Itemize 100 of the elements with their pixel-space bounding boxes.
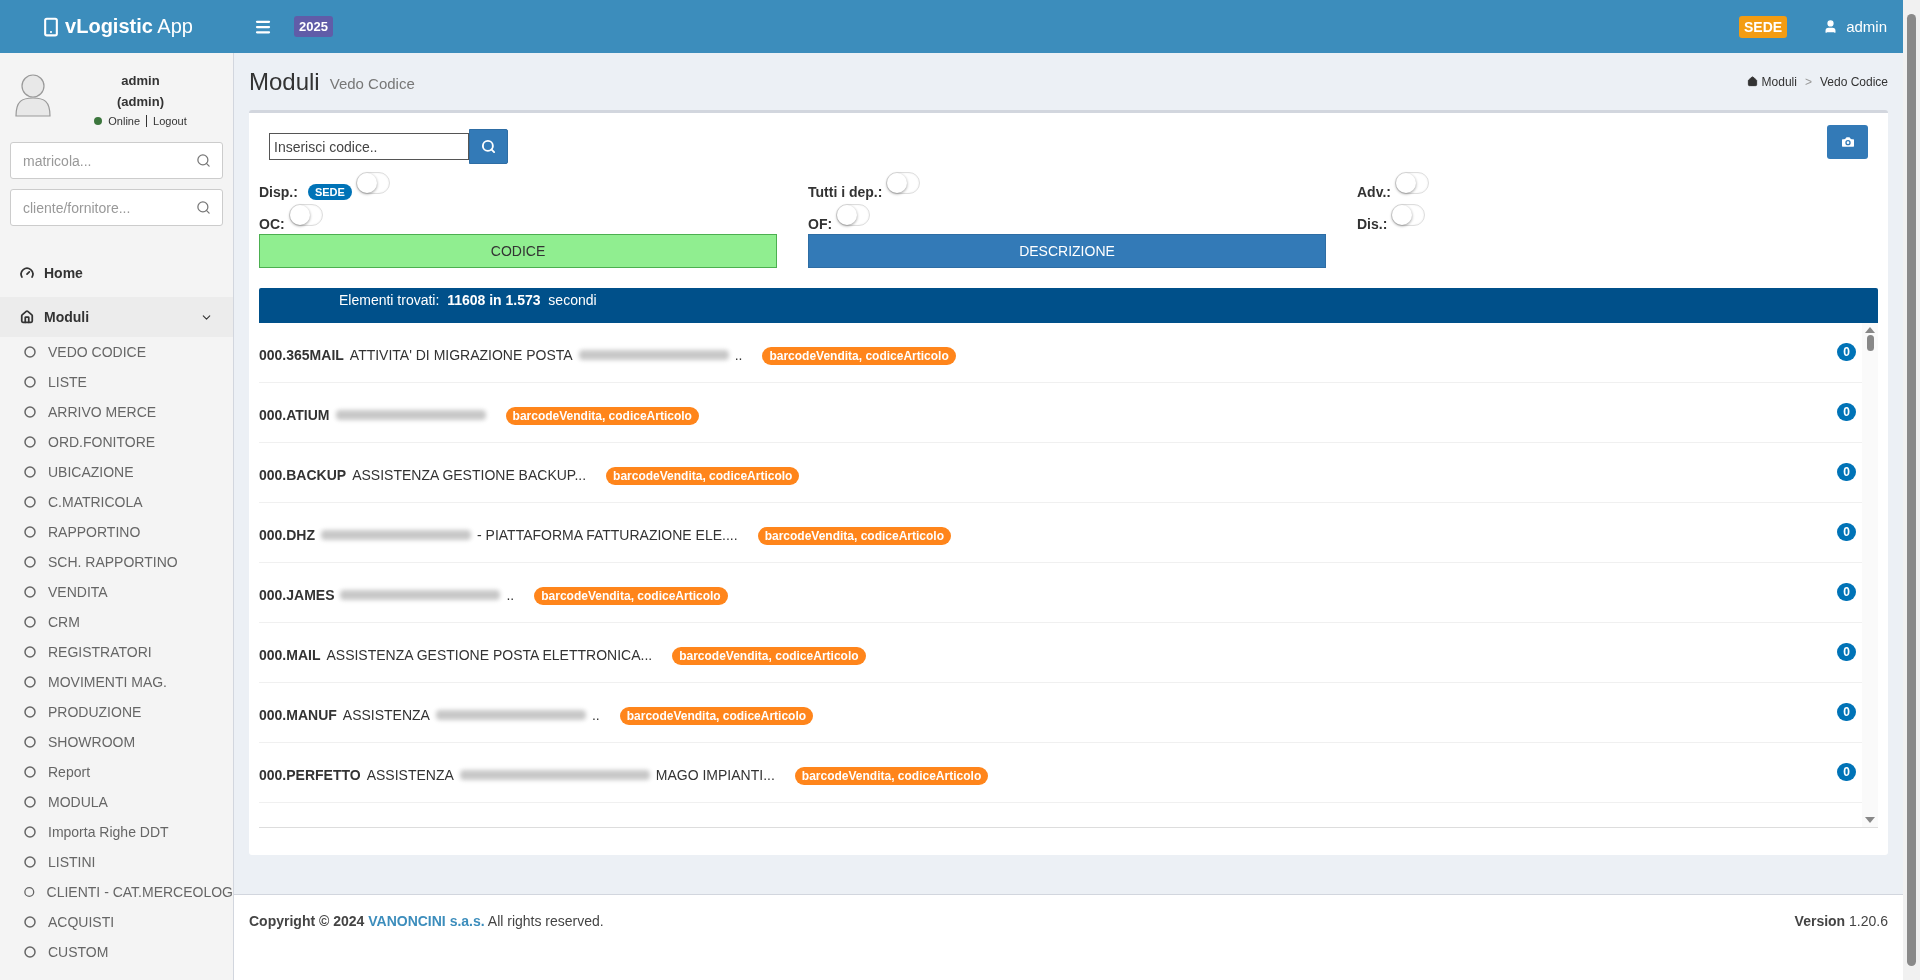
match-tag: barcodeVendita, codiceArticolo: [619, 707, 814, 725]
page-title: Moduli: [249, 67, 320, 96]
item-code: 000.DHZ: [259, 527, 316, 543]
count-badge: 0: [1837, 403, 1856, 421]
circle-icon: [24, 436, 36, 448]
user-name: admin: [121, 73, 160, 88]
breadcrumb-current: Vedo Codice: [1819, 74, 1888, 89]
nav-subitem[interactable]: CLIENTI - CAT.MERCEOLOG: [0, 877, 233, 907]
breadcrumb-link[interactable]: Moduli: [1746, 74, 1797, 89]
scroll-thumb[interactable]: [1866, 335, 1874, 351]
nav-subitem[interactable]: UBICAZIONE: [0, 457, 233, 487]
toggle-label: Adv.:: [1357, 184, 1391, 200]
nav-subitem[interactable]: C.MATRICOLA: [0, 487, 233, 517]
nav-subitem[interactable]: REGISTRATORI: [0, 637, 233, 667]
toggle-switch[interactable]: [288, 204, 323, 226]
branch-badge: SEDE: [1739, 15, 1788, 38]
result-row[interactable]: 000.JAMES .. barcodeVendita, codiceArticolo 0: [259, 563, 1862, 623]
circle-icon: [24, 736, 36, 748]
camera-button[interactable]: [1827, 125, 1868, 159]
dashboard-icon: [20, 266, 34, 280]
circle-icon: [24, 886, 35, 898]
nav-subitem[interactable]: CRM: [0, 607, 233, 637]
copyright-text: Copyright © 2024 VANONCINI s.a.s. All rights reserved.: [249, 913, 604, 929]
match-tag: barcodeVendita, codiceArticolo: [606, 467, 800, 485]
nav-subitem[interactable]: Importa Righe DDT: [0, 817, 233, 847]
match-tag: barcodeVendita, codiceArticolo: [534, 587, 728, 605]
nav-subitem[interactable]: VEDO CODICE: [0, 337, 233, 367]
logout-link[interactable]: Logout: [146, 115, 187, 127]
result-row[interactable]: 000.ATIUM barcodeVendita, codiceArticolo 0: [259, 383, 1862, 443]
nav-subitem[interactable]: MOVIMENTI MAG.: [0, 667, 233, 697]
item-description: ASSISTENZA GESTIONE POSTA ELETTRONICA...: [326, 647, 653, 663]
nav-subitem[interactable]: RAPPORTINO: [0, 517, 233, 547]
toggle-switch[interactable]: [1394, 172, 1429, 194]
code-input[interactable]: Inserisci codice..: [269, 133, 469, 160]
circle-icon: [24, 586, 36, 598]
company-link[interactable]: VANONCINI s.a.s.: [368, 913, 485, 929]
circle-icon: [24, 826, 36, 838]
count-badge: 0: [1837, 763, 1856, 781]
home-icon: [1746, 76, 1758, 87]
nav-subitem[interactable]: PRODUZIONE: [0, 697, 233, 727]
user-menu[interactable]: admin: [1823, 18, 1887, 35]
item-description: ..: [734, 347, 743, 363]
search-field[interactable]: cliente/fornitore...: [10, 189, 223, 226]
item-description: ASSISTENZA GESTIONE BACKUP...: [352, 467, 587, 483]
result-row[interactable]: 000.MAIL ASSISTENZA GESTIONE POSTA ELETTRONICA... barcodeVendita, codiceArticolo 0: [259, 623, 1862, 683]
item-description: ..: [506, 587, 515, 603]
match-tag: barcodeVendita, codiceArticolo: [505, 407, 699, 425]
down-arrow-icon[interactable]: [1865, 817, 1875, 823]
up-arrow-icon[interactable]: [1865, 327, 1875, 333]
camera-icon: [1839, 134, 1856, 150]
nav-subitem[interactable]: SCH. RAPPORTINO: [0, 547, 233, 577]
nav-subitem[interactable]: LISTINI: [0, 847, 233, 877]
result-row[interactable]: 000.PERFETTO ASSISTENZA MAGO IMPIANTI... barcodeVendita, codiceArticolo 0: [259, 743, 1862, 803]
nav-subitem[interactable]: LISTE: [0, 367, 233, 397]
toggle-label: Tutti i dep.:: [808, 184, 883, 200]
toggle-switch[interactable]: [1391, 204, 1426, 226]
nav-subitem[interactable]: VENDITA: [0, 577, 233, 607]
nav-subitem[interactable]: MODULA: [0, 787, 233, 817]
search-field[interactable]: matricola...: [10, 142, 223, 179]
result-row[interactable]: 000.BACKUP ASSISTENZA GESTIONE BACKUP... barcodeVendita, codiceArticolo 0: [259, 443, 1862, 503]
nav-subitem[interactable]: ARRIVO MERCE: [0, 397, 233, 427]
result-row[interactable]: 000.365MAIL ATTIVITA' DI MIGRAZIONE POSTA .. barcodeVendita, codiceArticolo 0: [259, 323, 1862, 383]
scroll-thumb[interactable]: [1907, 14, 1916, 966]
circle-icon: [24, 556, 36, 568]
result-row[interactable]: 000.MANUF ASSISTENZA .. barcodeVendita, codiceArticolo 0: [259, 683, 1862, 743]
version-text: Version 1.20.6: [1794, 913, 1888, 929]
nav-subitem[interactable]: Report: [0, 757, 233, 787]
app-brand[interactable]: vLogistic App: [65, 15, 193, 38]
toggle-switch[interactable]: [355, 172, 390, 194]
nav-item[interactable]: Moduli: [0, 297, 233, 337]
circle-icon: [24, 466, 36, 478]
toggle-switch[interactable]: [836, 204, 871, 226]
nav-subitem[interactable]: ACQUISTI: [0, 907, 233, 937]
toggle-switch[interactable]: [886, 172, 921, 194]
circle-icon: [24, 376, 36, 388]
circle-icon: [24, 916, 36, 928]
nav-subitem[interactable]: CUSTOM: [0, 937, 233, 967]
nav-subitem[interactable]: ORD.FONITORE: [0, 427, 233, 457]
count-badge: 0: [1837, 343, 1856, 361]
search-mode-button[interactable]: DESCRIZIONE: [808, 234, 1326, 268]
nav-item[interactable]: Home: [0, 253, 233, 293]
count-badge: 0: [1837, 583, 1856, 601]
scrollbar[interactable]: [1862, 323, 1878, 827]
nav-subitem[interactable]: SHOWROOM: [0, 727, 233, 757]
search-icon: [481, 139, 496, 154]
circle-icon: [24, 496, 36, 508]
search-mode-button[interactable]: CODICE: [259, 234, 777, 268]
scrollbar[interactable]: [1903, 0, 1920, 980]
item-code: 000.ATIUM: [259, 407, 330, 423]
branch-badge: SEDE: [307, 184, 352, 200]
item-description: ..: [591, 707, 600, 723]
year-badge: 2025: [294, 16, 333, 37]
result-row[interactable]: 000.DHZ - PIATTAFORMA FATTURAZIONE ELE.... barcodeVendita, codiceArticolo 0: [259, 503, 1862, 563]
item-code: 000.BACKUP: [259, 467, 347, 483]
item-description: - PIATTAFORMA FATTURAZIONE ELE....: [477, 527, 738, 543]
breadcrumb-separator: >: [1804, 74, 1812, 89]
count-badge: 0: [1837, 703, 1856, 721]
search-button[interactable]: [469, 129, 508, 164]
item-description: ASSISTENZA: [366, 767, 454, 783]
circle-icon: [24, 616, 36, 628]
